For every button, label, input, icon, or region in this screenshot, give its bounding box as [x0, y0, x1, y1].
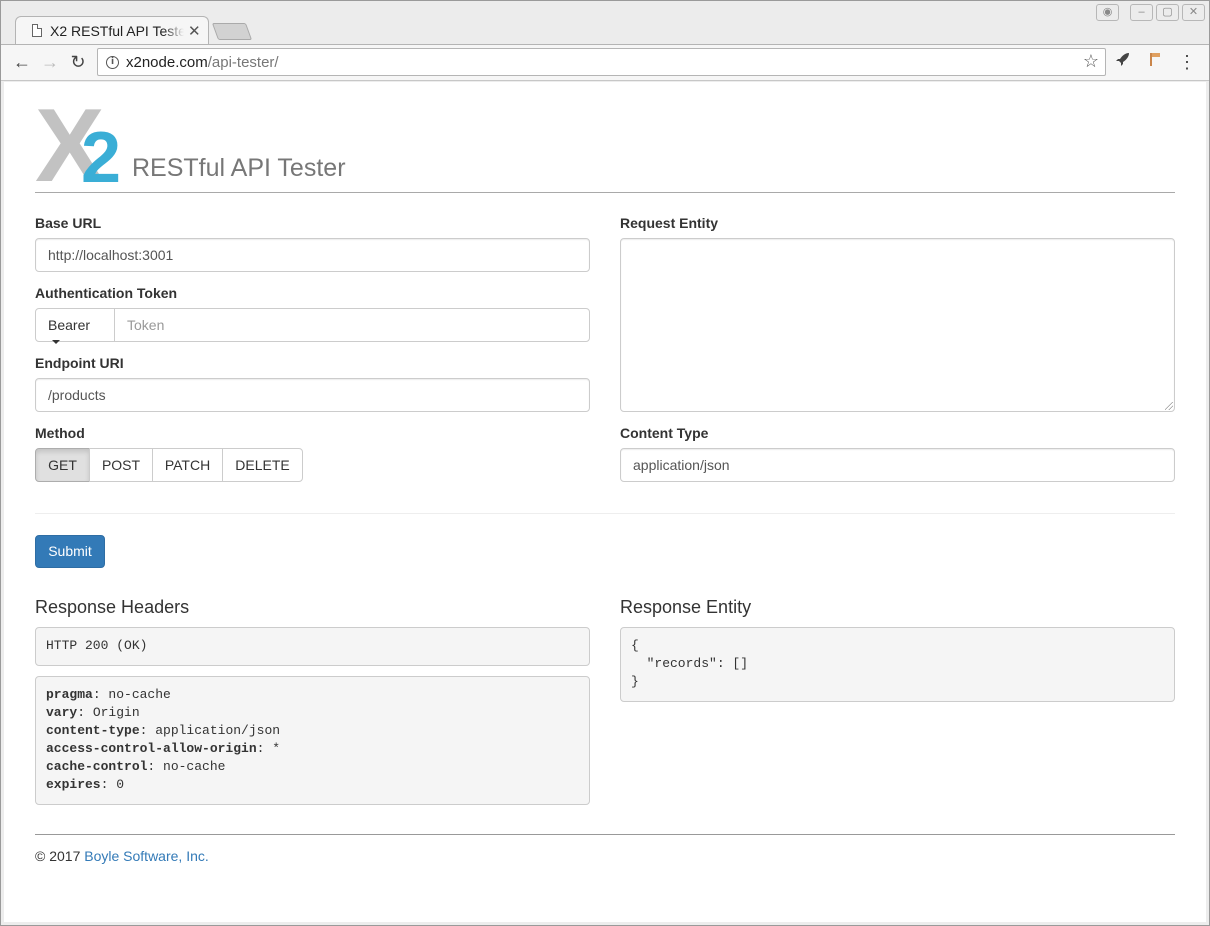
url-host: x2node.com	[126, 54, 208, 71]
tab-strip: X2 RESTful API Tester ✕ ◉ – ▢ ✕	[1, 1, 1209, 46]
response-header-line: vary: Origin	[46, 704, 579, 722]
page-icon	[32, 24, 42, 37]
header-name: expires	[46, 777, 101, 792]
response-header-line: cache-control: no-cache	[46, 758, 579, 776]
content-type-label: Content Type	[620, 425, 709, 441]
base-url-label: Base URL	[35, 215, 102, 231]
endpoint-uri-input[interactable]: /products	[35, 378, 590, 412]
menu-kebab-icon[interactable]: ⋮	[1176, 51, 1198, 73]
header-divider	[35, 192, 1175, 193]
forward-arrow-icon[interactable]: →	[39, 51, 61, 73]
method-get-button[interactable]: GET	[35, 448, 90, 482]
page-viewport: X 2 RESTful API Tester Base URL http://l…	[4, 82, 1206, 922]
header-name: vary	[46, 705, 78, 720]
header-value: : Origin	[77, 705, 140, 720]
maximize-button[interactable]: ▢	[1156, 4, 1179, 21]
request-entity-textarea[interactable]	[620, 238, 1175, 412]
response-entity-body: { "records": [] }	[620, 627, 1175, 702]
browser-toolbar: ← → ↻ i x2node.com/api-tester/ ☆ ⋮	[1, 44, 1209, 81]
auth-type-label: Bearer	[48, 317, 91, 333]
token-input[interactable]: Token	[114, 308, 590, 342]
header-name: access-control-allow-origin	[46, 741, 257, 756]
response-headers-title: Response Headers	[35, 597, 190, 617]
logo-2: 2	[81, 118, 122, 198]
form-divider	[35, 513, 1175, 514]
response-entity-title: Response Entity	[620, 597, 752, 617]
header-value: : no-cache	[92, 687, 171, 702]
site-info-icon[interactable]: i	[106, 56, 119, 69]
url-path: /api-tester/	[207, 54, 279, 71]
method-delete-button[interactable]: DELETE	[222, 448, 303, 482]
header-name: cache-control	[46, 759, 148, 774]
page-title: RESTful API Tester	[132, 154, 346, 182]
close-window-button[interactable]: ✕	[1182, 4, 1205, 21]
url-text: x2node.com/api-tester/	[126, 54, 279, 71]
resize-grip-icon[interactable]	[1165, 402, 1173, 410]
response-header-line: expires: 0	[46, 776, 579, 794]
browser-tab[interactable]: X2 RESTful API Tester ✕	[15, 16, 209, 46]
company-link[interactable]: Boyle Software, Inc.	[84, 848, 209, 864]
response-header-line: pragma: no-cache	[46, 686, 579, 704]
close-tab-icon[interactable]: ✕	[188, 22, 201, 40]
header-value: : application/json	[139, 723, 281, 738]
copyright-text: © 2017	[35, 848, 81, 864]
method-post-button[interactable]: POST	[89, 448, 153, 482]
auth-token-group: Bearer Token	[35, 308, 590, 345]
header-name: pragma	[46, 687, 93, 702]
endpoint-uri-label: Endpoint URI	[35, 355, 124, 371]
response-header-line: content-type: application/json	[46, 722, 579, 740]
header-value: : no-cache	[147, 759, 226, 774]
content-type-input[interactable]: application/json	[620, 448, 1175, 482]
back-arrow-icon[interactable]: ←	[11, 51, 33, 73]
auth-type-dropdown[interactable]: Bearer	[35, 308, 115, 345]
tab-title: X2 RESTful API Tester	[50, 23, 184, 39]
header-name: content-type	[46, 723, 140, 738]
header-value: : 0	[100, 777, 125, 792]
reload-icon[interactable]: ↻	[67, 51, 89, 73]
method-patch-button[interactable]: PATCH	[152, 448, 223, 482]
response-headers-list: pragma: no-cache vary: Origin content-type…	[35, 676, 590, 805]
caret-down-icon	[52, 340, 60, 345]
new-tab-button[interactable]	[211, 23, 253, 40]
address-bar[interactable]: i x2node.com/api-tester/ ☆	[97, 48, 1106, 76]
footer-divider	[35, 834, 1175, 835]
profile-button[interactable]: ◉	[1096, 4, 1119, 21]
flag-extension-icon[interactable]	[1144, 51, 1166, 73]
response-header-line: access-control-allow-origin: *	[46, 740, 579, 758]
auth-token-label: Authentication Token	[35, 285, 178, 301]
bookmark-star-icon[interactable]: ☆	[1083, 51, 1099, 72]
rocket-extension-icon[interactable]	[1112, 51, 1134, 73]
header-value: : *	[256, 741, 281, 756]
response-status: HTTP 200 (OK)	[35, 627, 590, 666]
request-entity-label: Request Entity	[620, 215, 719, 231]
minimize-button[interactable]: –	[1130, 4, 1153, 21]
method-label: Method	[35, 425, 85, 441]
x2-logo: X 2	[35, 94, 127, 198]
footer: © 2017 Boyle Software, Inc.	[35, 848, 209, 864]
base-url-input[interactable]: http://localhost:3001	[35, 238, 590, 272]
submit-button[interactable]: Submit	[35, 535, 105, 568]
